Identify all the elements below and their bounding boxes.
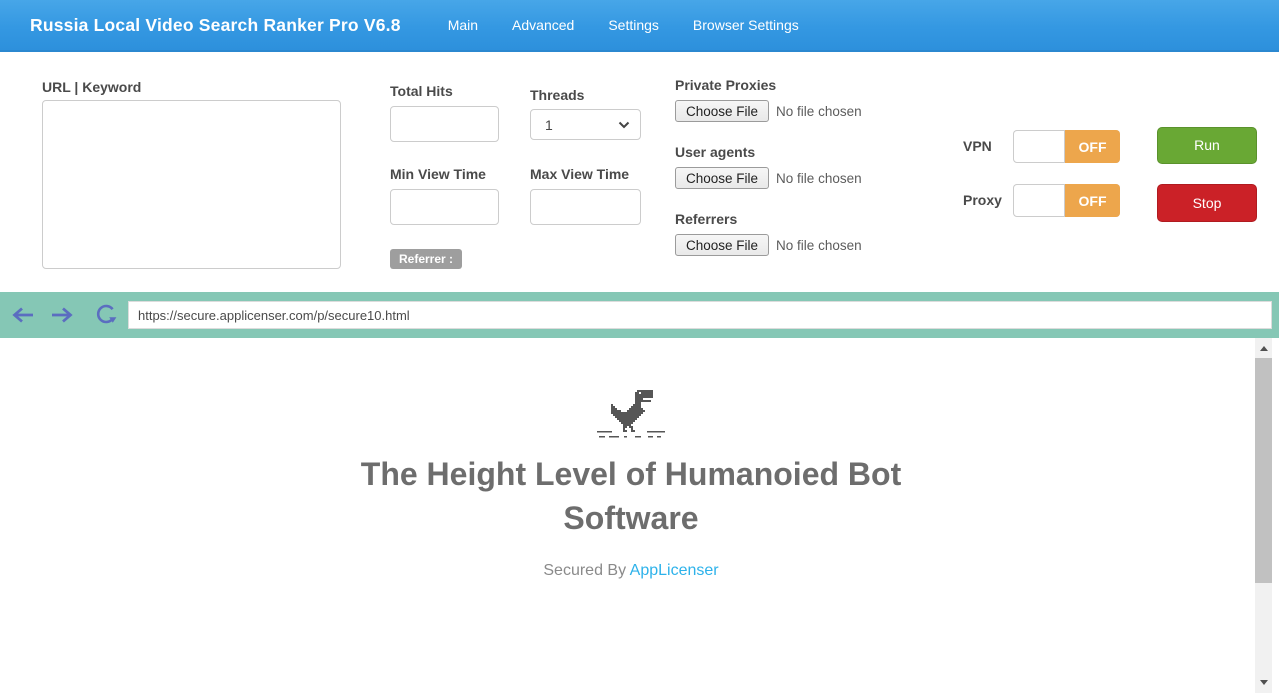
url-address-bar[interactable] [128, 301, 1272, 329]
vpn-toggle-knob [1013, 130, 1065, 163]
nav-browser-settings[interactable]: Browser Settings [676, 9, 816, 41]
proxy-toggle[interactable]: OFF [1013, 184, 1120, 217]
main-nav: Main Advanced Settings Browser Settings [431, 9, 816, 41]
referrers-file-status: No file chosen [776, 238, 862, 253]
secured-by-line: Secured By AppLicenser [0, 562, 1262, 580]
scroll-up-button[interactable] [1255, 340, 1272, 357]
proxy-toggle-knob [1013, 184, 1065, 217]
app-title: Russia Local Video Search Ranker Pro V6.… [30, 15, 401, 36]
stop-button[interactable]: Stop [1157, 184, 1257, 222]
refresh-icon[interactable] [92, 302, 118, 328]
app-window: Russia Local Video Search Ranker Pro V6.… [0, 0, 1279, 693]
vpn-toggle[interactable]: OFF [1013, 130, 1120, 163]
applicenser-link[interactable]: AppLicenser [630, 562, 719, 579]
url-keyword-textarea[interactable] [42, 100, 341, 269]
total-hits-label: Total Hits [390, 83, 453, 99]
scroll-down-icon [1260, 680, 1268, 685]
user-agents-group: User agents Choose File No file chosen [675, 144, 862, 189]
browser-toolbar [0, 292, 1279, 338]
referrers-label: Referrers [675, 211, 862, 227]
chevron-down-icon [618, 121, 630, 129]
control-panel: URL | Keyword Total Hits Threads 1 Min V… [0, 52, 1279, 292]
nav-settings[interactable]: Settings [591, 9, 676, 41]
run-button[interactable]: Run [1157, 127, 1257, 164]
referrers-choose-file-button[interactable]: Choose File [675, 234, 769, 256]
browser-viewport: The Height Level of Humanoied Bot Softwa… [0, 338, 1279, 693]
threads-select[interactable]: 1 [530, 109, 641, 140]
referrer-chip: Referrer : [390, 249, 462, 269]
proxy-label: Proxy [963, 192, 1002, 208]
total-hits-input[interactable] [390, 106, 499, 142]
user-agents-file-status: No file chosen [776, 171, 862, 186]
scrollbar[interactable] [1255, 338, 1272, 693]
private-proxies-group: Private Proxies Choose File No file chos… [675, 77, 862, 122]
app-header: Russia Local Video Search Ranker Pro V6.… [0, 0, 1279, 52]
max-view-time-input[interactable] [530, 189, 641, 225]
min-view-time-label: Min View Time [390, 166, 486, 182]
proxy-toggle-state: OFF [1065, 184, 1120, 217]
private-proxies-file-status: No file chosen [776, 104, 862, 119]
min-view-time-input[interactable] [390, 189, 499, 225]
vpn-toggle-state: OFF [1065, 130, 1120, 163]
user-agents-label: User agents [675, 144, 862, 160]
referrers-group: Referrers Choose File No file chosen [675, 211, 862, 256]
max-view-time-label: Max View Time [530, 166, 629, 182]
page-heading: The Height Level of Humanoied Bot Softwa… [311, 452, 951, 540]
nav-advanced[interactable]: Advanced [495, 9, 591, 41]
user-agents-choose-file-button[interactable]: Choose File [675, 167, 769, 189]
forward-icon[interactable] [49, 302, 75, 328]
url-keyword-label: URL | Keyword [42, 79, 141, 95]
nav-main[interactable]: Main [431, 9, 495, 41]
vpn-label: VPN [963, 138, 992, 154]
scroll-up-icon [1260, 346, 1268, 351]
scroll-down-button[interactable] [1255, 674, 1272, 691]
dino-icon [0, 390, 1262, 445]
private-proxies-choose-file-button[interactable]: Choose File [675, 100, 769, 122]
back-icon[interactable] [10, 302, 36, 328]
private-proxies-label: Private Proxies [675, 77, 862, 93]
scrollbar-thumb[interactable] [1255, 358, 1272, 583]
threads-selected-value: 1 [545, 117, 618, 133]
threads-label: Threads [530, 87, 584, 103]
secured-by-text: Secured By [543, 562, 629, 579]
